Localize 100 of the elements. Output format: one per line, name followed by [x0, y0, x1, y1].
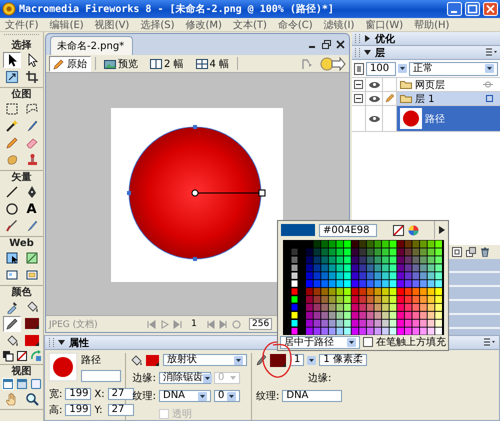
caret-icon[interactable] — [347, 338, 356, 347]
full-screen-icon[interactable] — [30, 378, 42, 390]
quick-export-icon[interactable] — [320, 56, 346, 70]
color-swatch[interactable] — [24, 334, 40, 347]
object-thumbnail — [49, 353, 77, 381]
app-logo-icon — [2, 2, 16, 16]
color-wheel-icon[interactable] — [408, 224, 418, 236]
panel-header[interactable]: 层 — [352, 46, 500, 60]
full-screen-menus-icon[interactable] — [16, 378, 28, 390]
layer-name: 层 1 — [415, 92, 435, 106]
hex-field[interactable]: #004E98 — [319, 224, 377, 237]
color-grid-drawing[interactable] — [283, 240, 444, 335]
name-field[interactable] — [81, 370, 121, 382]
menu-item[interactable]: 滤镜(I) — [324, 18, 354, 32]
fill-type-dropdown[interactable]: 放射状 — [163, 354, 247, 366]
number-field[interactable]: 199 — [65, 404, 92, 416]
file-type-label: JPEG (文档) — [49, 318, 99, 330]
menu-item[interactable]: 编辑(E) — [50, 18, 84, 32]
eye-icon[interactable] — [368, 81, 380, 88]
frame-icon[interactable] — [452, 247, 462, 257]
fill-color-swatch[interactable] — [145, 354, 160, 366]
caret-icon[interactable] — [203, 374, 212, 382]
swap-colors-icon[interactable] — [30, 350, 42, 362]
standard-screen-icon[interactable] — [2, 378, 14, 390]
caret-icon[interactable] — [485, 64, 494, 73]
stroke-placement-dropdown[interactable]: 居中于路径 — [280, 336, 360, 349]
checkbox[interactable] — [363, 337, 373, 348]
menu-item[interactable]: 文件(F) — [5, 18, 39, 32]
menu-item[interactable]: 文本(T) — [232, 18, 267, 32]
field-label: 宽: — [49, 388, 62, 401]
stroke-size-field[interactable]: 1 — [290, 354, 304, 366]
section-title: 颜色 — [10, 287, 32, 299]
caret-icon[interactable] — [398, 64, 407, 73]
edge-dropdown[interactable]: 消除锯齿 — [159, 372, 211, 384]
quad-view-icon — [196, 58, 208, 70]
menu-item[interactable]: 窗口(W) — [365, 18, 404, 32]
expand-arrow-icon[interactable] — [364, 35, 371, 42]
pencil-icon[interactable] — [2, 316, 20, 332]
layer-row[interactable]: 路径 — [397, 106, 500, 131]
folder-icon — [400, 94, 412, 103]
restore-button[interactable] — [322, 40, 331, 49]
blend-mode-dropdown[interactable]: 正常 — [409, 62, 498, 76]
expand-arrow-icon[interactable] — [439, 226, 445, 234]
menu-item[interactable]: 帮助(H) — [414, 18, 450, 32]
default-colors-icon[interactable] — [2, 350, 14, 362]
close-button[interactable] — [336, 40, 345, 49]
panel-menu-icon[interactable] — [486, 48, 497, 57]
document-tab[interactable]: 未命名-2.png* — [50, 36, 134, 55]
color-swatch[interactable] — [24, 317, 40, 330]
field-label: 纹理: — [132, 390, 156, 403]
view-tab[interactable]: 预览 — [100, 56, 142, 72]
view-tab[interactable]: 4 幅 — [192, 56, 234, 72]
panel-header[interactable]: 优化 — [352, 32, 500, 46]
menu-item[interactable]: 命令(C) — [278, 18, 313, 32]
eye-icon[interactable] — [368, 115, 380, 122]
collapse-arrow-icon[interactable] — [58, 339, 65, 346]
pencil-icon — [385, 94, 394, 103]
layer-name: 路径 — [425, 112, 445, 126]
no-color-icon[interactable] — [16, 350, 28, 362]
number-field[interactable]: 27 — [108, 404, 134, 416]
view-tab[interactable]: 原始 — [49, 56, 91, 72]
zoom-field[interactable]: 256 — [249, 318, 272, 330]
texture-amount-field[interactable]: 0 — [214, 390, 240, 402]
text-tool[interactable]: A — [22, 201, 40, 217]
field-label: 边缘: — [132, 372, 156, 385]
view-tab[interactable]: 2 幅 — [146, 56, 188, 72]
caret-icon[interactable] — [198, 392, 207, 400]
pencil-icon — [53, 58, 65, 70]
collapse-box-icon[interactable] — [354, 80, 363, 89]
picture-icon — [104, 58, 116, 70]
layer-name: 网页层 — [415, 78, 445, 92]
caret-icon[interactable] — [307, 356, 316, 364]
caret-icon[interactable] — [234, 356, 243, 364]
menu-item[interactable]: 修改(M) — [186, 18, 222, 32]
stroke-type-dropdown[interactable]: 1 像素柔 — [319, 354, 367, 366]
eye-icon[interactable] — [368, 95, 380, 102]
trash-icon[interactable] — [480, 247, 490, 257]
stroke-color-swatch[interactable] — [269, 352, 287, 368]
pointer-icon[interactable] — [2, 52, 20, 68]
maximize-button[interactable] — [465, 2, 480, 16]
new-layer-icon[interactable] — [466, 247, 476, 257]
no-color-icon[interactable] — [392, 224, 404, 236]
current-color-swatch — [281, 224, 315, 236]
collapse-arrow-icon[interactable] — [364, 49, 371, 56]
circle-drawing[interactable] — [127, 124, 267, 264]
number-field[interactable]: 199 — [65, 388, 92, 400]
number-field[interactable]: 27 — [108, 388, 134, 400]
section-title: 位图 — [10, 89, 32, 101]
collapse-box-icon[interactable] — [354, 94, 363, 103]
minimize-button[interactable] — [447, 2, 462, 16]
layer-row[interactable]: 层 1 — [397, 92, 500, 105]
opacity-field[interactable]: 100 — [366, 62, 396, 76]
menu-item[interactable]: 视图(V) — [94, 18, 130, 32]
texture-dropdown[interactable]: DNA — [159, 390, 211, 402]
menu-item[interactable]: 选择(S) — [140, 18, 174, 32]
caret-icon[interactable] — [227, 392, 236, 400]
field-label: X: — [94, 388, 105, 400]
field-label: 高: — [49, 404, 62, 417]
panel-menu-icon[interactable] — [484, 338, 495, 347]
texture-dropdown[interactable]: DNA — [282, 390, 342, 402]
